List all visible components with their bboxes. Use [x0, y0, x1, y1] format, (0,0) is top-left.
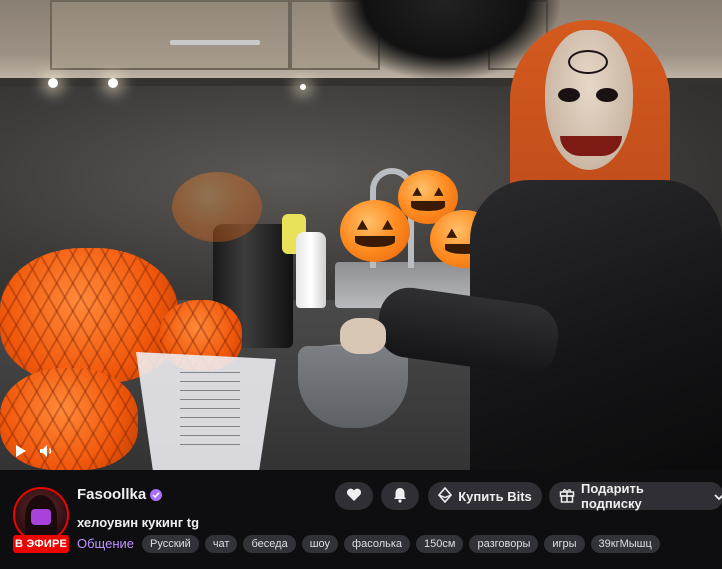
measuring-jug-scale: [180, 372, 240, 452]
tag[interactable]: Русский: [142, 535, 199, 553]
cabinet-handle: [170, 40, 260, 45]
gift-subscription-label: Подарить подписку: [581, 481, 644, 511]
tag[interactable]: 150см: [416, 535, 464, 553]
detergent-bottle: [296, 232, 326, 308]
volume-icon[interactable]: [36, 440, 58, 462]
bits-gem-icon: [438, 486, 453, 506]
cabinet-light: [300, 84, 306, 90]
bell-icon: [393, 487, 407, 506]
cabinet-light: [108, 78, 118, 88]
tag-list: Русский чат беседа шоу фасолька 150см ра…: [142, 535, 660, 553]
jack-o-lantern-balloon: [340, 200, 410, 262]
notifications-button[interactable]: [381, 482, 419, 510]
tag[interactable]: разговоры: [469, 535, 539, 553]
channel-name[interactable]: Fasoollka: [77, 486, 146, 503]
verified-check-icon: [150, 489, 162, 501]
tag[interactable]: беседа: [243, 535, 296, 553]
heart-icon: [346, 488, 362, 505]
live-badge: В ЭФИРЕ: [13, 535, 69, 553]
tag[interactable]: чат: [204, 535, 238, 553]
chevron-down-icon: [714, 489, 722, 504]
face-paint-eye: [558, 88, 580, 102]
follow-button[interactable]: [335, 482, 373, 510]
get-bits-label: Купить Bits: [458, 488, 532, 504]
avatar-mask: [31, 509, 51, 525]
gift-icon: [559, 487, 575, 506]
tag[interactable]: фасолька: [344, 535, 411, 553]
tag[interactable]: игры: [544, 535, 585, 553]
video-player[interactable]: [0, 0, 722, 470]
gift-subscription-button[interactable]: Подарить подписку: [549, 481, 722, 511]
tag[interactable]: 39кгМышц: [590, 535, 660, 553]
cabinet-door: [50, 0, 290, 70]
face-paint-eye: [596, 88, 618, 102]
tag[interactable]: шоу: [301, 535, 339, 553]
cabinet-light: [48, 78, 58, 88]
category-link[interactable]: Общение: [77, 536, 134, 551]
play-icon[interactable]: [10, 440, 32, 462]
face-paint-symbol: [568, 50, 608, 74]
stream-title: хелоувин кукинг tg: [77, 515, 200, 530]
get-bits-button[interactable]: Купить Bits: [428, 482, 542, 510]
streamer-hand: [340, 318, 386, 354]
pumpkin-reflection: [172, 172, 262, 242]
